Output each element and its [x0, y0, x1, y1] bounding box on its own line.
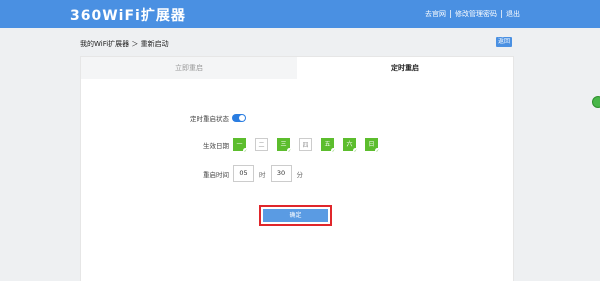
tab-bar: 立即重启 定时重启	[81, 57, 513, 79]
time-label: 重启时间	[203, 170, 229, 179]
tab-reboot-now[interactable]: 立即重启	[81, 57, 297, 79]
day-thu-checkbox[interactable]: 四	[299, 138, 312, 151]
time-row: 重启时间 05 时 30 分	[159, 165, 308, 182]
app-logo: 360WiFi扩展器	[70, 8, 186, 24]
change-password-link[interactable]: 修改管理密码	[455, 9, 497, 19]
logout-link[interactable]: 退出	[506, 9, 520, 19]
check-icon: ✓	[375, 148, 380, 153]
top-bar: 360WiFi扩展器 去官网 修改管理密码 退出	[0, 0, 600, 28]
side-status-icon[interactable]	[592, 96, 600, 108]
toggle-knob	[239, 115, 245, 121]
confirm-button[interactable]: 确定	[263, 209, 328, 222]
day-fri-checkbox[interactable]: 五 ✓	[321, 138, 336, 153]
day-label: 二	[258, 142, 265, 149]
time-inputs: 05 时 30 分	[233, 165, 308, 182]
scheduled-reboot-toggle[interactable]	[232, 114, 246, 122]
back-button[interactable]: 返回	[496, 37, 512, 47]
day-sun-checkbox[interactable]: 日 ✓	[365, 138, 380, 153]
check-icon: ✓	[243, 148, 248, 153]
hour-unit: 时	[259, 170, 266, 179]
tab-scheduled-reboot[interactable]: 定时重启	[297, 57, 513, 79]
day-label: 四	[302, 142, 309, 149]
day-label: 三	[280, 141, 287, 148]
day-label: 六	[346, 141, 353, 148]
days-label: 生效日期	[203, 141, 229, 150]
day-picker: 一 ✓ 二 三 ✓ 四 五 ✓ 六 ✓ 日 ✓	[233, 138, 387, 153]
day-label: 五	[324, 141, 331, 148]
day-sat-checkbox[interactable]: 六 ✓	[343, 138, 358, 153]
status-label: 定时重启状态	[190, 115, 229, 123]
minute-unit: 分	[296, 170, 304, 179]
days-row: 生效日期 一 ✓ 二 三 ✓ 四 五 ✓ 六 ✓ 日 ✓	[159, 138, 387, 153]
day-label: 一	[236, 141, 243, 148]
reboot-panel: 立即重启 定时重启 定时重启状态 生效日期 一 ✓ 二 三 ✓ 四 五 ✓ 六 ✓ 日 ✓…	[80, 56, 514, 281]
day-tue-checkbox[interactable]: 二	[255, 138, 268, 151]
day-label: 日	[368, 141, 375, 148]
divider	[501, 10, 502, 18]
top-links: 去官网 修改管理密码 退出	[425, 9, 520, 19]
minute-input[interactable]: 30	[270, 165, 292, 182]
hour-input[interactable]: 05	[233, 165, 254, 182]
check-icon: ✓	[287, 148, 292, 153]
check-icon: ✓	[353, 148, 358, 153]
divider	[450, 10, 451, 18]
confirm-highlight: 确定	[259, 205, 332, 226]
breadcrumb: 我的WiFi扩展器 ＞ 重新启动	[80, 40, 169, 48]
status-row: 定时重启状态	[159, 113, 246, 123]
day-mon-checkbox[interactable]: 一 ✓	[233, 138, 248, 153]
check-icon: ✓	[331, 148, 336, 153]
official-site-link[interactable]: 去官网	[425, 9, 446, 19]
day-wed-checkbox[interactable]: 三 ✓	[277, 138, 292, 153]
